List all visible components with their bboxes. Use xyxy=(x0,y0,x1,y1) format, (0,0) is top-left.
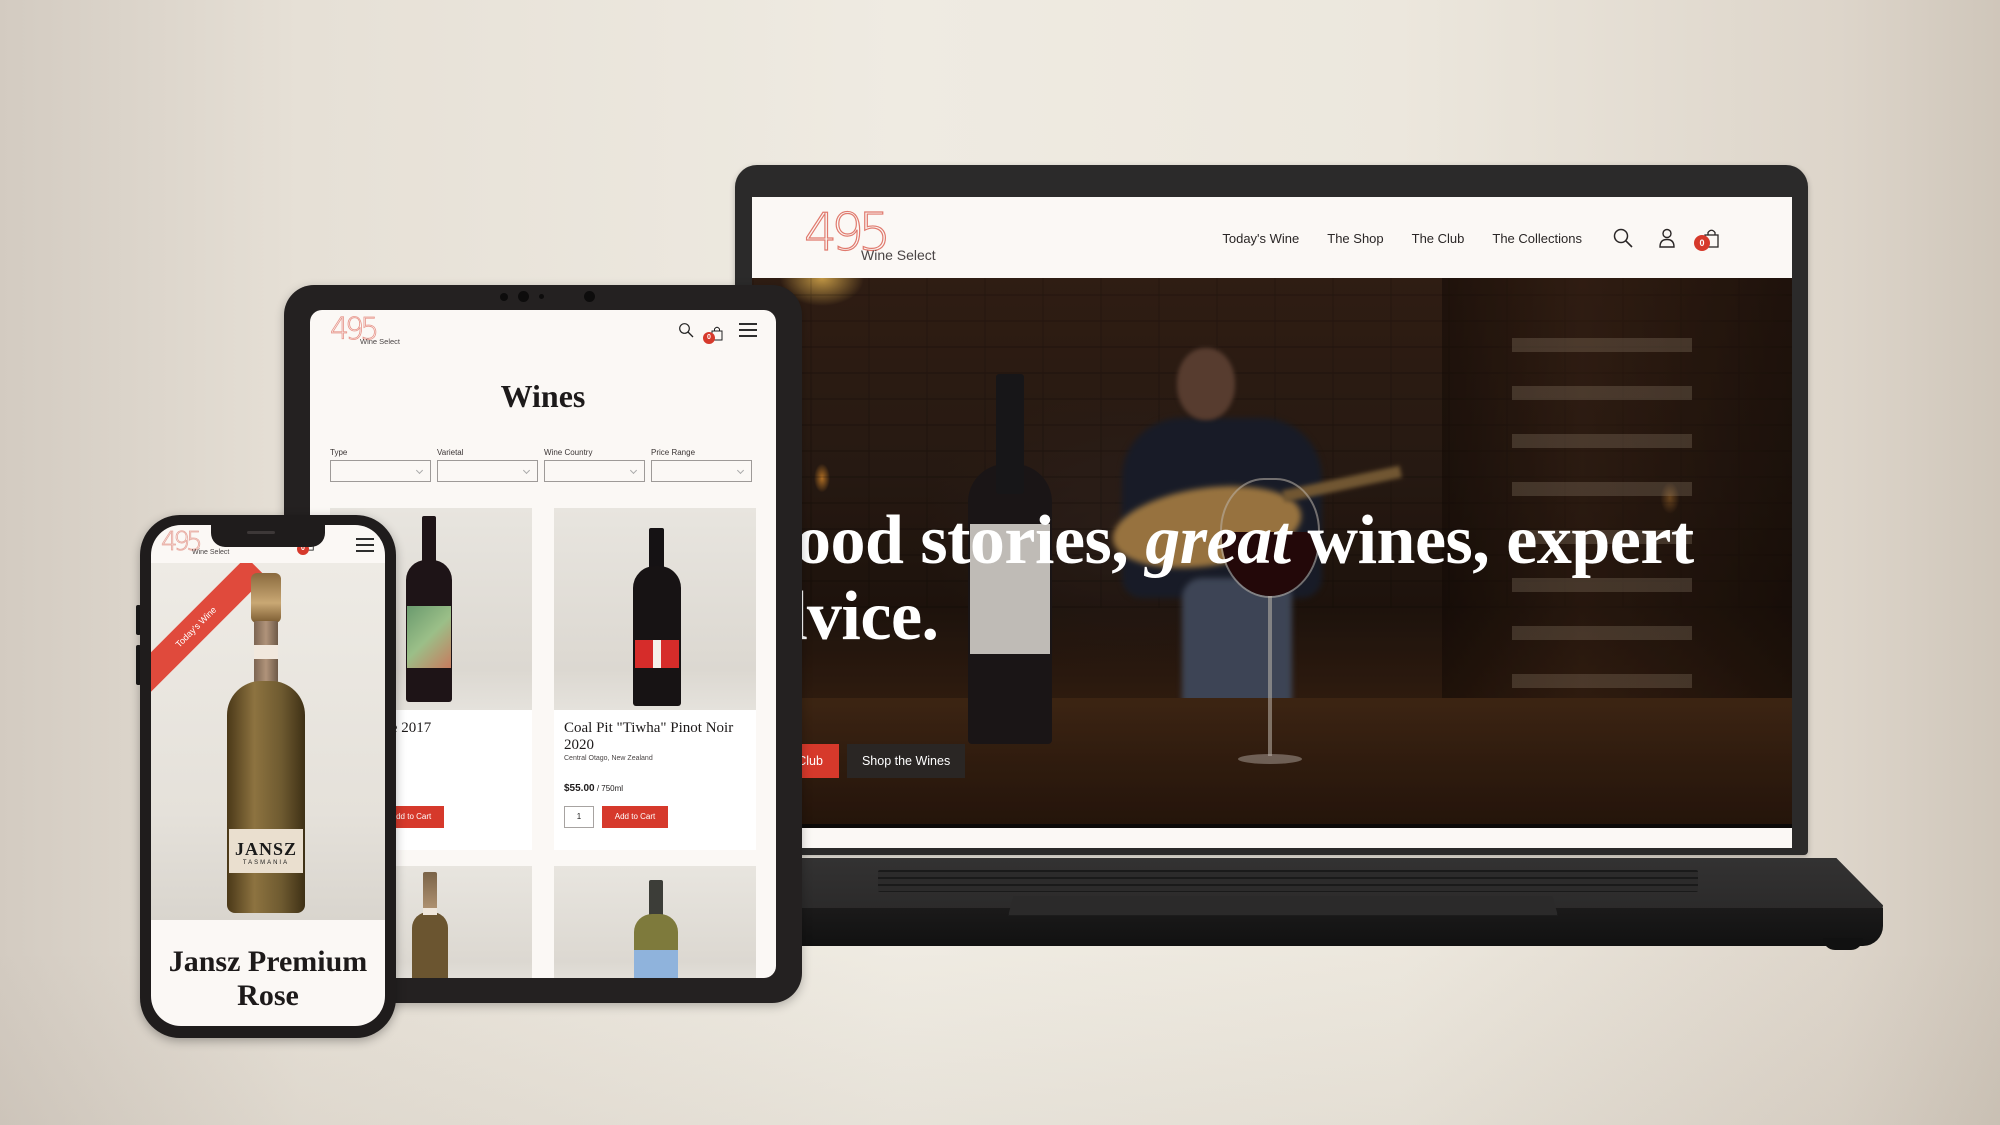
logo-subtitle: Wine Select xyxy=(192,549,230,556)
laptop-base xyxy=(718,848,1888,960)
hamburger-menu-icon[interactable] xyxy=(355,537,375,558)
hero-banner: Good stories, great wines, expert advice… xyxy=(752,278,1792,828)
product-price: $55.00 / 750ml xyxy=(564,783,623,794)
shop-wines-button[interactable]: Shop the Wines xyxy=(846,744,966,778)
hamburger-menu-icon[interactable] xyxy=(738,322,758,343)
todays-wine-hero[interactable]: Today's Wine JANSZ TASMANIA xyxy=(151,563,385,920)
logo-subtitle: Wine Select xyxy=(360,337,401,346)
laptop-screen: 495 Wine Select Today's Wine The Shop Th… xyxy=(752,197,1792,848)
product-card[interactable]: Coal Pit "Tiwha" Pinot Noir 2020 Central… xyxy=(554,508,756,850)
filter-label: Varietal xyxy=(437,448,464,457)
filter-label: Wine Country xyxy=(544,448,593,457)
tablet-site-logo[interactable]: 495 Wine Select xyxy=(330,314,430,355)
price-volume: / 750ml xyxy=(594,784,624,793)
account-icon[interactable] xyxy=(1656,227,1678,249)
wine-bottle-image xyxy=(406,516,452,702)
filter-price-select[interactable] xyxy=(651,460,752,482)
filter-varietal: Varietal xyxy=(437,448,538,482)
featured-wine-title[interactable]: Jansz Premium Rose xyxy=(151,945,385,1013)
filter-label: Type xyxy=(330,448,348,457)
filter-type: Type xyxy=(330,448,431,482)
phone-notch xyxy=(211,525,325,547)
add-to-cart-button[interactable]: Add to Cart xyxy=(602,806,668,828)
nav-icons: 0 xyxy=(1612,227,1722,251)
nav-the-club[interactable]: The Club xyxy=(1412,231,1465,246)
laptop-trackpad xyxy=(1008,896,1558,916)
page-title: Wines xyxy=(500,378,586,414)
cart-button[interactable]: 0 xyxy=(703,325,724,344)
hero-headline: Good stories, great wines, expert advice… xyxy=(752,503,1694,655)
wine-bottle-image xyxy=(633,528,681,706)
tablet-header-icons: 0 xyxy=(678,322,758,344)
product-name[interactable]: Coal Pit "Tiwha" Pinot Noir 2020 xyxy=(564,720,749,754)
bottle-brand-label: JANSZ xyxy=(234,839,297,859)
site-logo[interactable]: 495 Wine Select xyxy=(803,206,954,267)
hero-headline-part2: wines, expert xyxy=(1290,502,1695,579)
sparkling-bottle-image xyxy=(410,872,450,978)
tablet-camera xyxy=(500,291,595,302)
cart-count-badge: 0 xyxy=(1694,235,1710,251)
cart-count-badge: 0 xyxy=(703,331,715,344)
laptop-keyboard xyxy=(878,870,1698,892)
search-icon[interactable] xyxy=(1612,227,1634,249)
filter-label: Price Range xyxy=(651,448,696,457)
nav-todays-wine[interactable]: Today's Wine xyxy=(1222,231,1299,246)
product-image[interactable] xyxy=(554,508,756,710)
cart-button[interactable]: 0 xyxy=(1694,227,1722,251)
nav-the-collections[interactable]: The Collections xyxy=(1492,231,1582,246)
hero-headline-line2: advice. xyxy=(752,578,939,655)
product-origin: Central Otago, New Zealand xyxy=(564,755,653,762)
hero-headline-italic: great xyxy=(1145,502,1291,579)
filter-bar: Type Varietal Wine Country Price Range xyxy=(330,448,752,482)
jansz-bottle-image: JANSZ TASMANIA xyxy=(227,573,305,913)
price-value: $55.00 xyxy=(564,783,595,794)
logo-subtitle: Wine Select xyxy=(861,247,936,263)
nav-the-shop[interactable]: The Shop xyxy=(1327,231,1383,246)
quantity-input[interactable]: 1 xyxy=(564,806,594,828)
phone-screen: 495 Wine Select 0 Today's Wine JANSZ TAS… xyxy=(151,525,385,1026)
filter-varietal-select[interactable] xyxy=(437,460,538,482)
laptop-navbar: 495 Wine Select Today's Wine The Shop Th… xyxy=(752,197,1792,278)
bottle-region-label: TASMANIA xyxy=(242,860,290,866)
search-icon[interactable] xyxy=(678,322,694,343)
white-wine-bottle-image xyxy=(634,880,678,978)
filter-type-select[interactable] xyxy=(330,460,431,482)
product-card[interactable] xyxy=(554,866,756,978)
filter-country: Wine Country xyxy=(544,448,645,482)
hero-headline-part1: Good stories, xyxy=(752,502,1146,579)
main-nav: Today's Wine The Shop The Club The Colle… xyxy=(1222,227,1722,251)
product-image[interactable] xyxy=(554,866,756,978)
filter-price: Price Range xyxy=(651,448,752,482)
next-section-peek xyxy=(752,828,1792,848)
filter-country-select[interactable] xyxy=(544,460,645,482)
